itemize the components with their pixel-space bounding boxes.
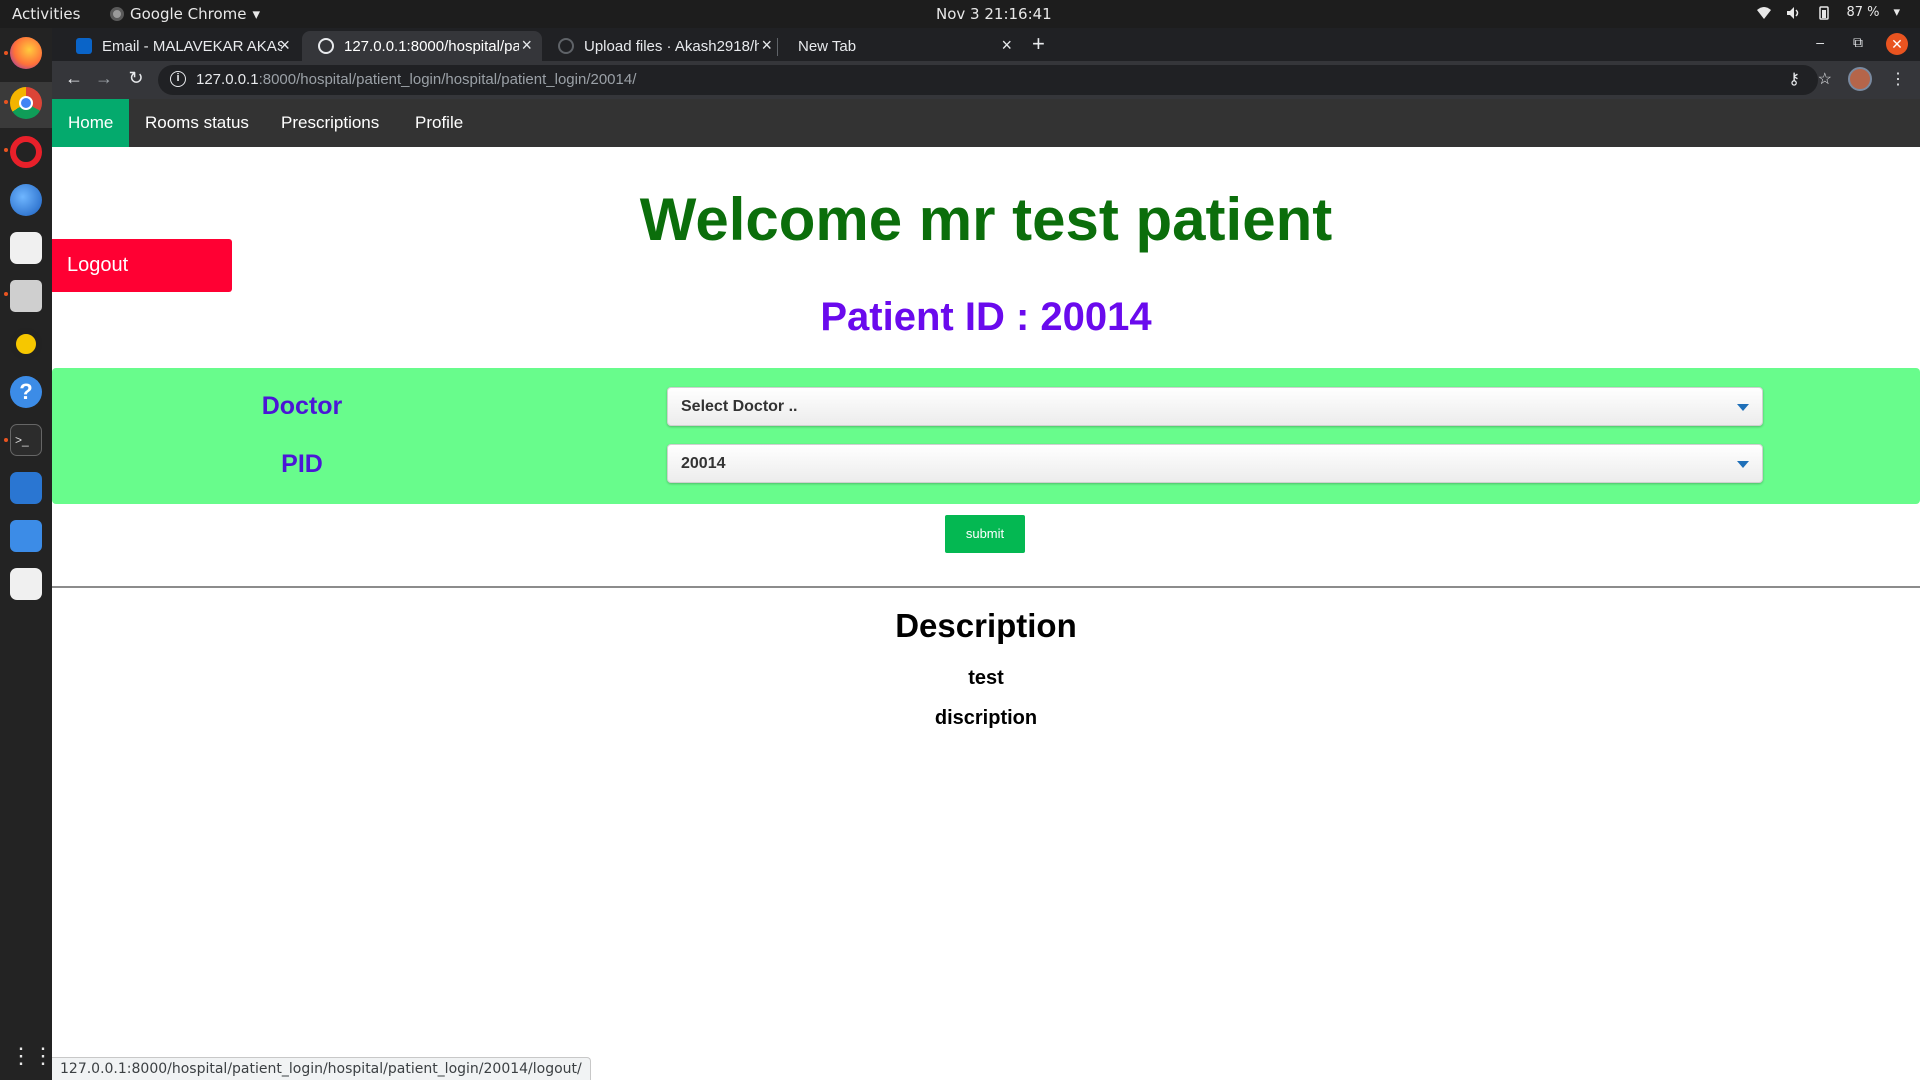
tab-strip: Email - MALAVEKAR AKASH × 127.0.0.1:8000… xyxy=(52,28,1920,61)
github-icon xyxy=(558,38,574,54)
tab-title: New Tab xyxy=(798,37,857,55)
chrome-icon[interactable] xyxy=(10,87,42,119)
tab-separator xyxy=(777,38,778,56)
app-menu-label: Google Chrome xyxy=(130,5,247,23)
chevron-down-icon: ▾ xyxy=(252,5,261,23)
globe-icon xyxy=(318,38,334,54)
app-menu[interactable]: Google Chrome ▾ xyxy=(110,5,260,23)
dropdown-arrow-icon xyxy=(1737,404,1749,411)
doctor-select-value: Select Doctor .. xyxy=(681,398,798,415)
url-text[interactable]: 127.0.0.1:8000/hospital/patient_login/ho… xyxy=(196,71,636,88)
key-icon[interactable]: ⚷ xyxy=(1788,69,1800,89)
url-host: 127.0.0.1 xyxy=(196,71,259,88)
doctor-label: Doctor xyxy=(261,392,343,420)
tab-new[interactable]: New Tab × xyxy=(782,31,1022,61)
close-icon[interactable]: × xyxy=(1001,35,1012,56)
chrome-icon xyxy=(110,7,124,21)
running-indicator xyxy=(4,51,8,55)
tab-upload[interactable]: Upload files · Akash2918/hospital × xyxy=(542,31,782,61)
new-tab-button[interactable]: + xyxy=(1032,31,1045,57)
web-page: Home Rooms status Prescriptions Profile … xyxy=(52,99,1920,1080)
software-icon[interactable] xyxy=(10,520,42,552)
dropdown-arrow-icon xyxy=(1737,461,1749,468)
system-tray[interactable]: 87 % ▾ xyxy=(1756,5,1900,20)
files-icon[interactable] xyxy=(10,280,42,312)
browser-toolbar: ← → ↻ i 127.0.0.1:8000/hospital/patient_… xyxy=(52,61,1920,99)
tab-title: Upload files · Akash2918/hospital xyxy=(584,37,759,55)
apps-grid-icon[interactable] xyxy=(10,232,42,264)
tab-email[interactable]: Email - MALAVEKAR AKASH × xyxy=(60,31,300,61)
chevron-down-icon: ▾ xyxy=(1893,5,1900,20)
divider xyxy=(52,586,1920,588)
pid-select[interactable]: 20014 xyxy=(667,444,1763,483)
battery-icon xyxy=(1819,5,1830,20)
running-indicator xyxy=(4,292,8,296)
battery-percent: 87 % xyxy=(1846,5,1880,20)
tab-title: Email - MALAVEKAR AKASH xyxy=(102,37,282,55)
close-icon[interactable]: × xyxy=(279,35,290,56)
welcome-heading: Welcome mr test patient xyxy=(639,186,1333,253)
logout-button[interactable]: Logout xyxy=(52,239,232,292)
writer-icon[interactable] xyxy=(10,472,42,504)
tab-title: 127.0.0.1:8000/hospital/patient_login xyxy=(344,37,519,55)
doctor-select[interactable]: Select Doctor .. xyxy=(667,387,1763,426)
dock: ? >_ ⋮⋮ xyxy=(0,28,54,1080)
info-icon[interactable]: i xyxy=(170,71,186,87)
appointment-form: Doctor Select Doctor .. PID 20014 xyxy=(52,368,1920,504)
submit-button[interactable]: submit xyxy=(945,515,1025,553)
tab-hospital[interactable]: 127.0.0.1:8000/hospital/patient_login × xyxy=(302,31,542,61)
nav-prescriptions[interactable]: Prescriptions xyxy=(265,99,395,147)
nav-rooms-status[interactable]: Rooms status xyxy=(129,99,265,147)
outlook-icon xyxy=(76,38,92,54)
help-icon[interactable]: ? xyxy=(10,376,42,408)
nav-home[interactable]: Home xyxy=(52,99,130,147)
wifi-icon xyxy=(1757,6,1772,19)
link-status-bubble: 127.0.0.1:8000/hospital/patient_login/ho… xyxy=(52,1057,591,1080)
description-line: test xyxy=(968,667,1004,689)
url-path: :8000/hospital/patient_login/hospital/pa… xyxy=(258,71,637,88)
description-title: Description xyxy=(895,607,1077,644)
forward-icon[interactable]: → xyxy=(92,68,116,92)
pid-label: PID xyxy=(281,450,323,478)
clock[interactable]: Nov 3 21:16:41 xyxy=(936,5,1052,23)
patient-id-heading: Patient ID : 20014 xyxy=(820,295,1152,339)
firefox-icon[interactable] xyxy=(10,37,42,69)
site-navbar: Home Rooms status Prescriptions Profile xyxy=(52,99,1920,147)
terminal-icon[interactable]: >_ xyxy=(10,424,42,456)
running-indicator xyxy=(4,100,8,104)
text-editor-icon[interactable] xyxy=(10,568,42,600)
thunderbird-icon[interactable] xyxy=(10,184,42,216)
pid-select-value: 20014 xyxy=(681,455,726,472)
nav-profile[interactable]: Profile xyxy=(399,99,479,147)
volume-icon xyxy=(1787,6,1799,19)
running-indicator xyxy=(4,438,8,442)
more-menu-icon[interactable]: ⋮ xyxy=(1890,69,1906,89)
reload-icon[interactable]: ↻ xyxy=(124,68,148,92)
running-indicator xyxy=(4,148,8,152)
star-icon[interactable]: ☆ xyxy=(1818,69,1832,89)
restore-icon[interactable]: ⧉ xyxy=(1853,34,1863,51)
close-icon[interactable]: × xyxy=(521,35,532,56)
activities-button[interactable]: Activities xyxy=(12,5,80,23)
opera-icon[interactable] xyxy=(10,136,42,168)
show-apps-icon[interactable]: ⋮⋮ xyxy=(10,1040,54,1072)
close-icon[interactable]: × xyxy=(761,35,772,56)
close-window-button[interactable]: ✕ xyxy=(1886,33,1908,55)
minimize-icon[interactable]: – xyxy=(1816,34,1824,50)
description-line: discription xyxy=(934,707,1038,729)
profile-avatar[interactable] xyxy=(1848,67,1872,91)
back-icon[interactable]: ← xyxy=(62,68,86,92)
rhythmbox-icon[interactable] xyxy=(10,328,42,360)
system-top-bar: Activities Google Chrome ▾ Nov 3 21:16:4… xyxy=(0,0,1920,28)
address-bar[interactable]: i 127.0.0.1:8000/hospital/patient_login/… xyxy=(158,65,1818,95)
